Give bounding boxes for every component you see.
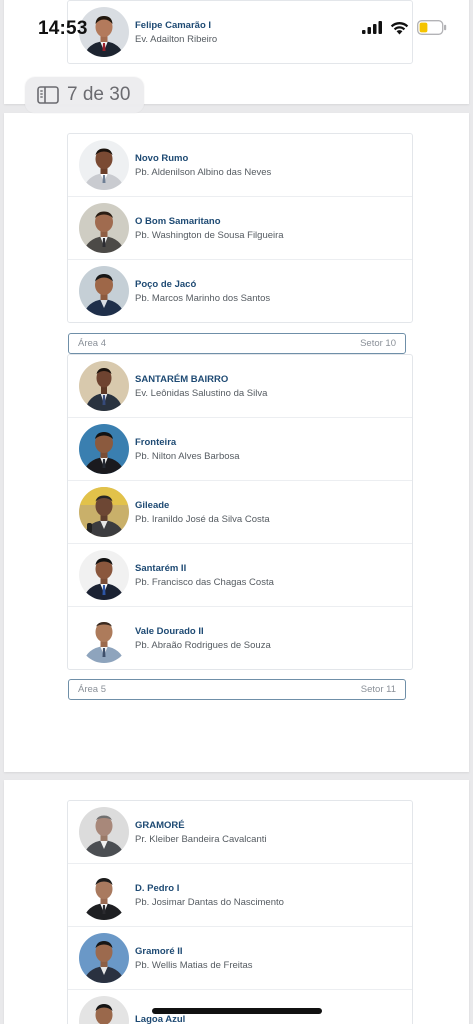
pastor-name: Pr. Kleiber Bandeira Cavalcanti xyxy=(135,833,267,845)
avatar xyxy=(79,807,129,857)
card-group: SANTARÉM BAIRRO Ev. Leônidas Salustino d… xyxy=(67,354,413,670)
list-item: Gileade Pb. Iranildo José da Silva Costa xyxy=(68,481,412,544)
pastor-name: Pb. Washington de Sousa Filgueira xyxy=(135,229,284,241)
list-item: GRAMORÉ Pr. Kleiber Bandeira Cavalcanti xyxy=(68,801,412,864)
church-name: Fronteira xyxy=(135,436,177,448)
card-group: Novo Rumo Pb. Aldenilson Albino das Neve… xyxy=(67,133,413,323)
avatar xyxy=(79,140,129,190)
church-name: Gileade xyxy=(135,499,170,511)
status-icons xyxy=(362,20,447,35)
battery-icon xyxy=(417,20,447,35)
list-item: Santarém II Pb. Francisco das Chagas Cos… xyxy=(68,544,412,607)
list-item: D. Pedro I Pb. Josimar Dantas do Nascime… xyxy=(68,864,412,927)
pastor-name: Pb. Aldenilson Albino das Neves xyxy=(135,166,272,178)
church-name: Lagoa Azul xyxy=(135,1014,186,1024)
area-label: Área 5 xyxy=(78,684,106,695)
church-name: Santarém II xyxy=(135,562,187,574)
pastor-name: Pb. Nilton Alves Barbosa xyxy=(135,450,240,462)
list-item: Fronteira Pb. Nilton Alves Barbosa xyxy=(68,418,412,481)
pastor-name: Pb. Iranildo José da Silva Costa xyxy=(135,513,270,525)
avatar xyxy=(79,550,129,600)
status-bar: 14:53 xyxy=(0,0,473,56)
avatar xyxy=(79,361,129,411)
church-name: D. Pedro I xyxy=(135,882,180,894)
pdf-viewer[interactable]: 14:53 7 de 30 Felipe Camarão I Ev. Adail… xyxy=(0,0,473,1024)
avatar xyxy=(79,870,129,920)
list-item: SANTARÉM BAIRRO Ev. Leônidas Salustino d… xyxy=(68,355,412,418)
pastor-name: Pb. Wellis Matias de Freitas xyxy=(135,959,253,971)
church-name: Vale Dourado II xyxy=(135,625,204,637)
sidebar-icon xyxy=(37,86,59,104)
pastor-name: Pb. Francisco das Chagas Costa xyxy=(135,576,274,588)
avatar xyxy=(79,487,129,537)
sector-label: Setor 10 xyxy=(360,338,396,349)
church-name: SANTARÉM BAIRRO xyxy=(135,373,229,385)
sector-label: Setor 11 xyxy=(360,684,396,695)
avatar xyxy=(79,996,129,1024)
page-counter[interactable]: 7 de 30 xyxy=(25,77,145,113)
pastor-name: Pb. Marcos Marinho dos Santos xyxy=(135,292,271,304)
pastor-name: Pb. Josimar Dantas do Nascimento xyxy=(135,896,284,908)
list-item: Novo Rumo Pb. Aldenilson Albino das Neve… xyxy=(68,134,412,197)
clock: 14:53 xyxy=(38,18,88,39)
avatar xyxy=(79,424,129,474)
list-item: Lagoa Azul xyxy=(68,990,412,1024)
list-item: Poço de Jacó Pb. Marcos Marinho dos Sant… xyxy=(68,260,412,322)
cellular-signal-icon xyxy=(362,21,382,34)
list-item: Vale Dourado II Pb. Abraão Rodrigues de … xyxy=(68,607,412,669)
area-label: Área 4 xyxy=(78,338,106,349)
list-item: Gramoré II Pb. Wellis Matias de Freitas xyxy=(68,927,412,990)
card-group: GRAMORÉ Pr. Kleiber Bandeira Cavalcanti xyxy=(67,800,413,1024)
home-indicator[interactable] xyxy=(152,1008,322,1014)
church-name: Gramoré II xyxy=(135,945,183,957)
church-name: O Bom Samaritano xyxy=(135,215,221,227)
avatar xyxy=(79,613,129,663)
avatar xyxy=(79,203,129,253)
pastor-name: Pb. Abraão Rodrigues de Souza xyxy=(135,639,271,651)
church-name: GRAMORÉ xyxy=(135,819,185,831)
area-header: Área 4 Setor 10 xyxy=(68,333,406,354)
area-header: Área 5 Setor 11 xyxy=(68,679,406,700)
avatar xyxy=(79,266,129,316)
church-name: Poço de Jacó xyxy=(135,278,197,290)
pdf-page: GRAMORÉ Pr. Kleiber Bandeira Cavalcanti xyxy=(4,780,469,1024)
pastor-name: Ev. Leônidas Salustino da Silva xyxy=(135,387,268,399)
page-counter-label: 7 de 30 xyxy=(67,84,131,105)
avatar xyxy=(79,933,129,983)
list-item: O Bom Samaritano Pb. Washington de Sousa… xyxy=(68,197,412,260)
pdf-page: Novo Rumo Pb. Aldenilson Albino das Neve… xyxy=(4,113,469,772)
wifi-icon xyxy=(390,21,409,34)
church-name: Novo Rumo xyxy=(135,152,189,164)
